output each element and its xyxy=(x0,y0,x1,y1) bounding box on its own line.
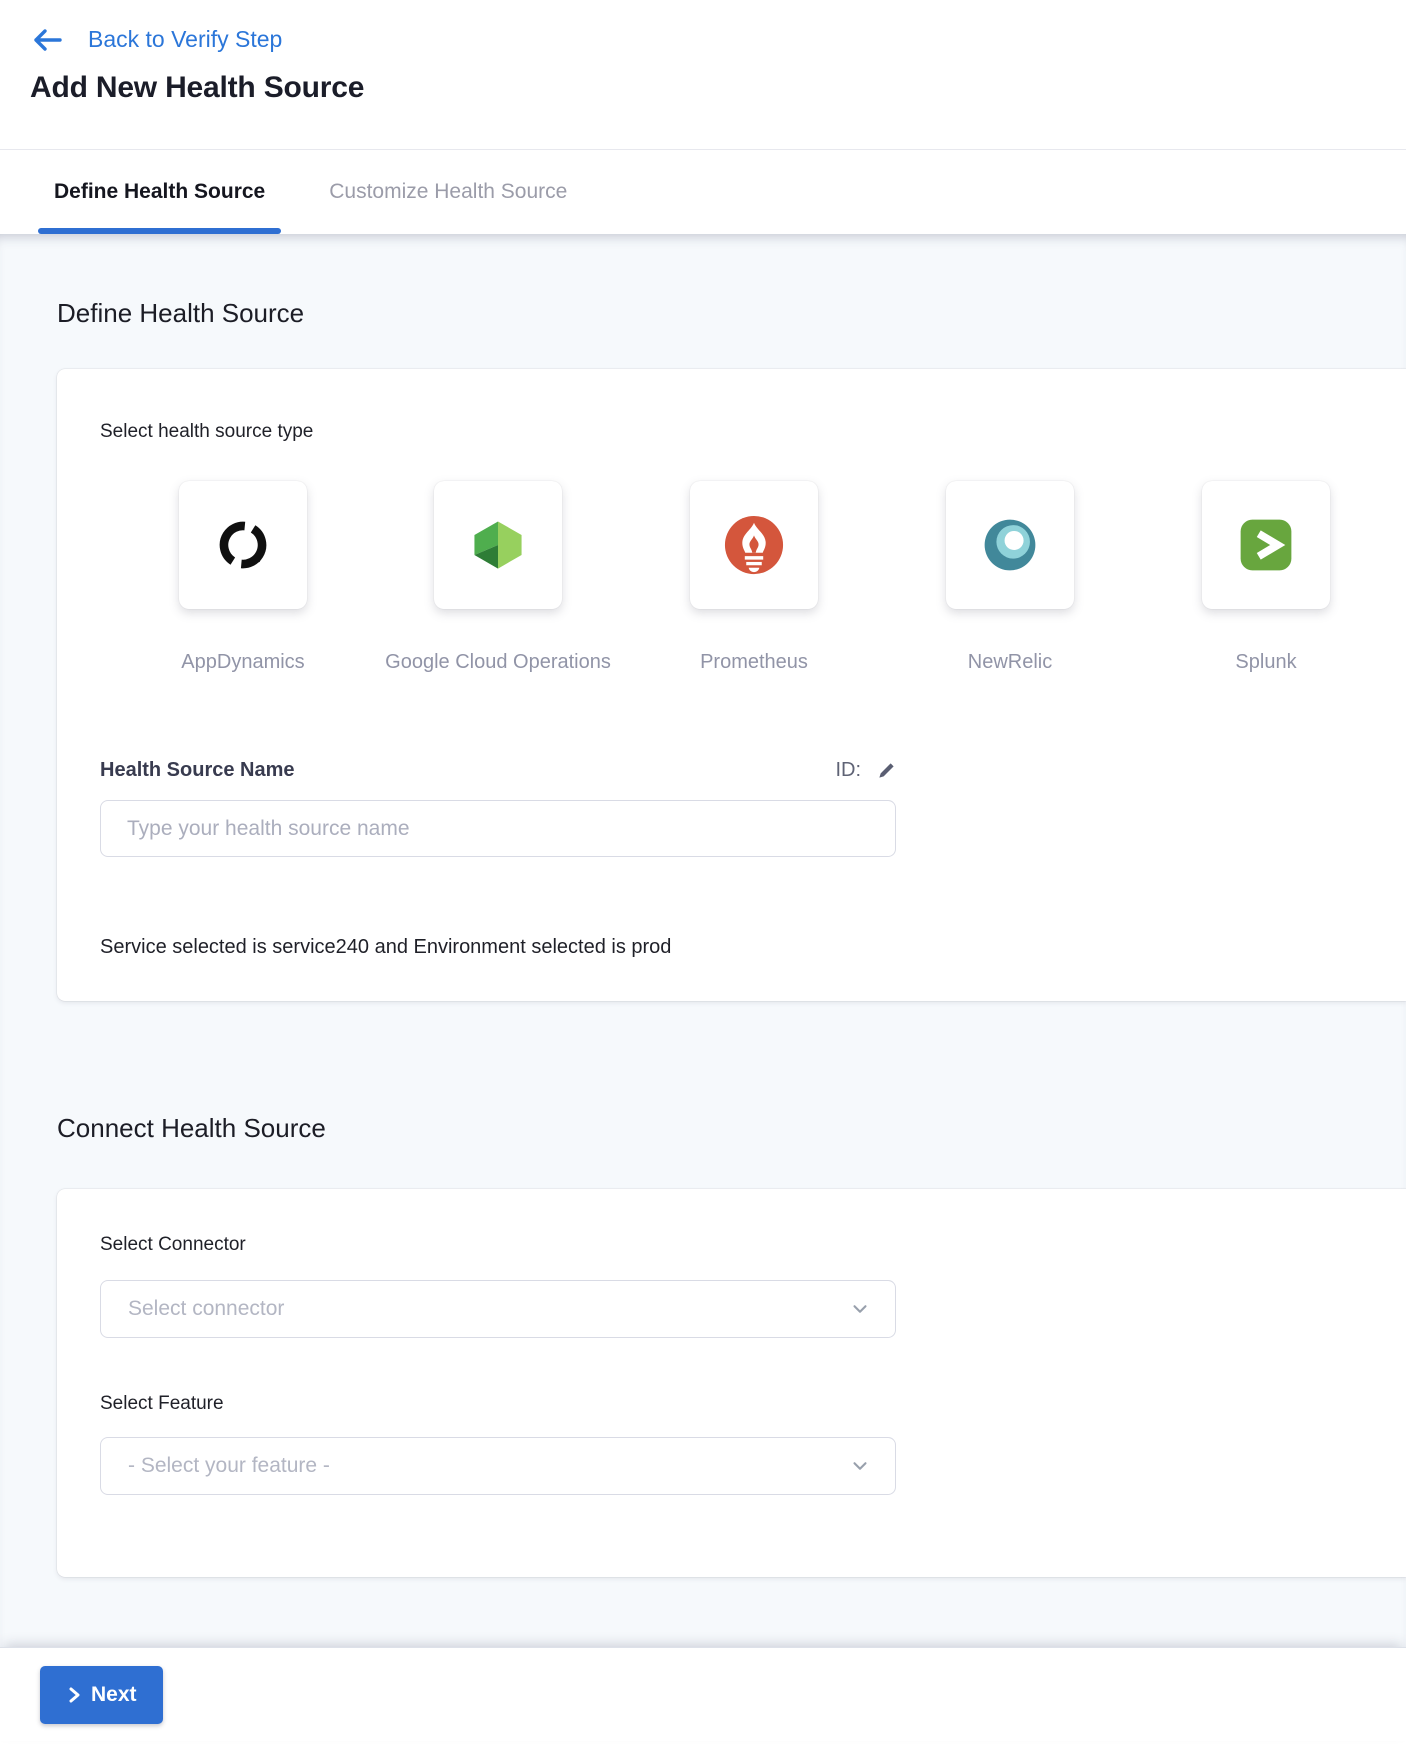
next-button-label: Next xyxy=(91,1683,137,1707)
health-source-name-label: Health Source Name xyxy=(100,759,295,782)
id-label: ID: xyxy=(835,759,861,782)
define-section-heading: Define Health Source xyxy=(57,234,1406,329)
label-splunk: Splunk xyxy=(1235,651,1296,674)
health-source-name-input[interactable] xyxy=(100,800,896,857)
splunk-icon xyxy=(1237,516,1295,574)
page-title: Add New Health Source xyxy=(30,71,1376,105)
chevron-right-icon xyxy=(66,1686,82,1704)
tile-appdynamics[interactable] xyxy=(179,481,307,609)
next-button[interactable]: Next xyxy=(40,1666,163,1724)
tab-define-health-source[interactable]: Define Health Source xyxy=(38,150,281,234)
label-google-cloud-operations: Google Cloud Operations xyxy=(385,651,611,674)
label-newrelic: NewRelic xyxy=(968,651,1052,674)
tile-google-cloud-operations[interactable] xyxy=(434,481,562,609)
tab-bar: Define Health Source Customize Health So… xyxy=(0,150,1406,234)
feature-select-placeholder: - Select your feature - xyxy=(128,1454,330,1478)
service-environment-note: Service selected is service240 and Envir… xyxy=(100,936,1366,959)
connect-health-source-card: Select Connector Select connector Select… xyxy=(57,1189,1406,1577)
connector-select-placeholder: Select connector xyxy=(128,1297,284,1321)
main-content: Define Health Source Select health sourc… xyxy=(0,234,1406,1647)
tile-prometheus[interactable] xyxy=(690,481,818,609)
appdynamics-icon xyxy=(214,516,272,574)
page-header: Back to Verify Step Add New Health Sourc… xyxy=(0,0,1406,150)
connect-section-heading: Connect Health Source xyxy=(57,1001,1406,1144)
health-source-label-row: AppDynamics Google Cloud Operations Prom… xyxy=(100,651,1366,675)
newrelic-icon xyxy=(981,516,1039,574)
health-source-tile-row xyxy=(100,481,1366,609)
footer-bar: Next xyxy=(0,1647,1406,1741)
label-appdynamics: AppDynamics xyxy=(181,651,304,674)
tab-customize-health-source[interactable]: Customize Health Source xyxy=(313,150,583,234)
edit-pencil-icon[interactable] xyxy=(877,761,896,780)
back-link[interactable]: Back to Verify Step xyxy=(30,26,1376,53)
select-connector-label: Select Connector xyxy=(100,1234,1366,1256)
select-feature-label: Select Feature xyxy=(100,1393,1366,1415)
tile-newrelic[interactable] xyxy=(946,481,1074,609)
connector-select[interactable]: Select connector xyxy=(100,1280,896,1338)
define-health-source-card: Select health source type xyxy=(57,369,1406,1001)
tile-splunk[interactable] xyxy=(1202,481,1330,609)
back-link-label[interactable]: Back to Verify Step xyxy=(88,26,282,53)
back-arrow-icon xyxy=(30,27,64,53)
feature-select[interactable]: - Select your feature - xyxy=(100,1437,896,1495)
chevron-down-icon xyxy=(849,1455,871,1477)
health-source-name-row: Health Source Name ID: xyxy=(100,759,896,782)
google-cloud-operations-icon xyxy=(469,516,527,574)
id-edit-wrap: ID: xyxy=(835,759,896,782)
select-source-type-label: Select health source type xyxy=(100,421,1366,443)
prometheus-icon xyxy=(723,514,785,576)
label-prometheus: Prometheus xyxy=(700,651,808,674)
chevron-down-icon xyxy=(849,1298,871,1320)
